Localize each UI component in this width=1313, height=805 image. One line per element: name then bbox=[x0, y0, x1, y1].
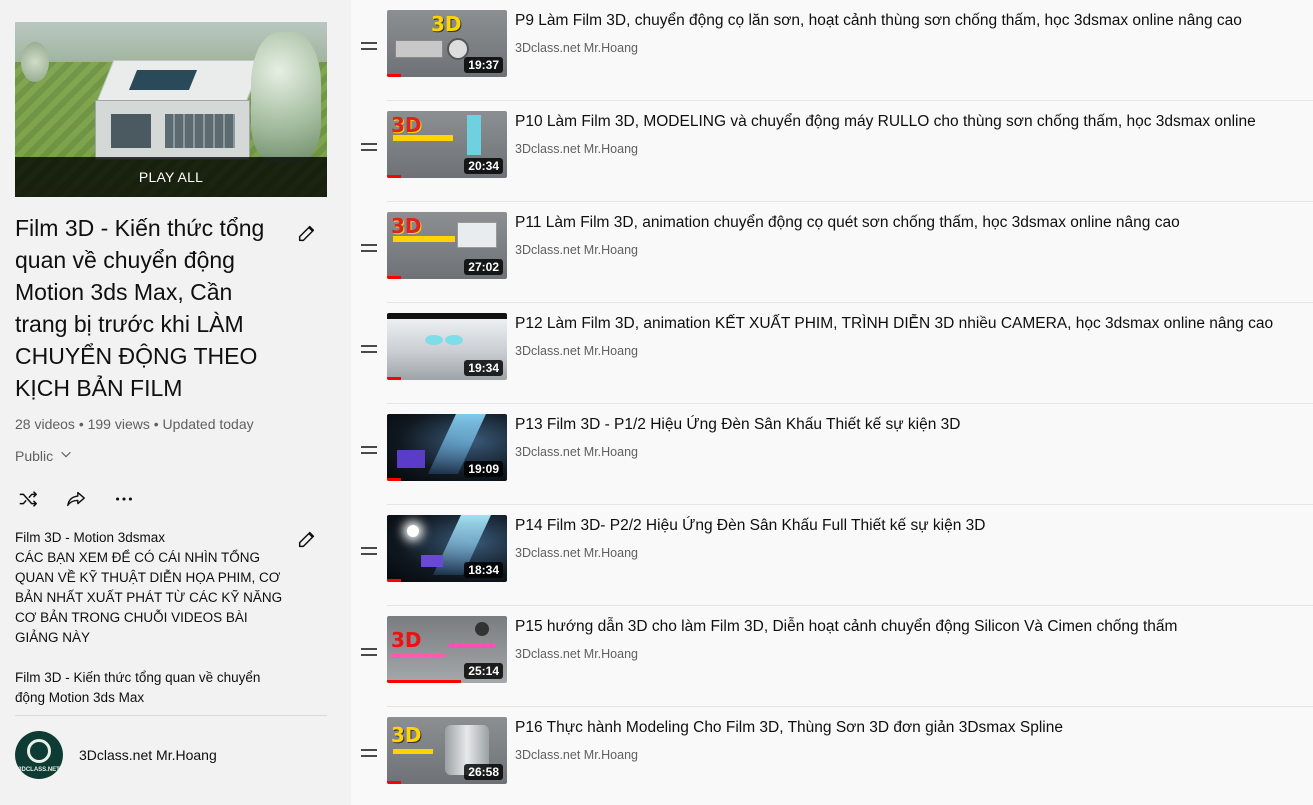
watch-progress-bar bbox=[387, 377, 402, 380]
watch-progress-bar bbox=[387, 579, 402, 582]
video-thumbnail[interactable]: 3D 27:02 bbox=[387, 212, 507, 279]
divider bbox=[15, 715, 327, 716]
avatar-text: 3DCLASS.NET bbox=[18, 767, 60, 773]
playlist-video-item[interactable]: 3D 27:02 P11 Làm Film 3D, animation chuy… bbox=[352, 202, 1313, 303]
playlist-actions bbox=[15, 487, 137, 511]
video-thumbnail[interactable]: 3D 19:37 bbox=[387, 10, 507, 77]
share-icon[interactable] bbox=[63, 487, 89, 511]
privacy-label: Public bbox=[15, 447, 54, 464]
playlist-play-all-thumbnail[interactable]: PLAY ALL bbox=[15, 22, 327, 197]
watch-progress-bar bbox=[387, 478, 402, 481]
video-duration: 20:34 bbox=[464, 158, 503, 174]
chevron-down-icon bbox=[59, 447, 73, 464]
shuffle-icon[interactable] bbox=[15, 487, 41, 511]
playlist-header-panel: PLAY ALL Film 3D - Kiến thức tổng quan v… bbox=[0, 0, 351, 805]
video-channel[interactable]: 3Dclass.net Mr.Hoang bbox=[515, 445, 638, 459]
playlist-video-item[interactable]: 19:34 P12 Làm Film 3D, animation KẾT XUẤ… bbox=[352, 303, 1313, 404]
avatar[interactable]: 3DCLASS.NET bbox=[15, 731, 63, 779]
video-title[interactable]: P14 Film 3D- P2/2 Hiệu Ứng Đèn Sân Khấu … bbox=[515, 516, 985, 536]
drag-handle-icon[interactable] bbox=[360, 438, 378, 462]
more-horizontal-icon[interactable] bbox=[111, 487, 137, 511]
playlist-title: Film 3D - Kiến thức tổng quan về chuyển … bbox=[15, 215, 265, 401]
playlist-video-item[interactable]: 3D 20:34 P10 Làm Film 3D, MODELING và ch… bbox=[352, 101, 1313, 202]
watch-progress-bar bbox=[387, 781, 402, 784]
playlist-video-item[interactable]: 3D 26:58 P16 Thực hành Modeling Cho Film… bbox=[352, 707, 1313, 805]
video-title[interactable]: P9 Làm Film 3D, chuyển động cọ lăn sơn, … bbox=[515, 11, 1242, 31]
video-thumbnail[interactable]: 19:09 bbox=[387, 414, 507, 481]
playlist-video-list: 3D 19:37 P9 Làm Film 3D, chuyển động cọ … bbox=[352, 0, 1313, 805]
playlist-video-item[interactable]: 19:09 P13 Film 3D - P1/2 Hiệu Ứng Đèn Sâ… bbox=[352, 404, 1313, 505]
video-channel[interactable]: 3Dclass.net Mr.Hoang bbox=[515, 344, 638, 358]
description-line: Film 3D - Kiến thức tổng quan về chuyển … bbox=[15, 670, 261, 705]
playlist-video-item[interactable]: 18:34 P14 Film 3D- P2/2 Hiệu Ứng Đèn Sân… bbox=[352, 505, 1313, 606]
video-channel[interactable]: 3Dclass.net Mr.Hoang bbox=[515, 243, 638, 257]
video-thumbnail[interactable]: 3D 20:34 bbox=[387, 111, 507, 178]
video-channel[interactable]: 3Dclass.net Mr.Hoang bbox=[515, 647, 638, 661]
drag-handle-icon[interactable] bbox=[360, 539, 378, 563]
video-thumbnail[interactable]: 18:34 bbox=[387, 515, 507, 582]
privacy-dropdown[interactable]: Public bbox=[15, 447, 73, 464]
video-duration: 26:58 bbox=[464, 764, 503, 780]
video-duration: 18:34 bbox=[464, 562, 503, 578]
video-title[interactable]: P13 Film 3D - P1/2 Hiệu Ứng Đèn Sân Khấu… bbox=[515, 415, 961, 435]
drag-handle-icon[interactable] bbox=[360, 640, 378, 664]
drag-handle-icon[interactable] bbox=[360, 34, 378, 58]
watch-progress-bar bbox=[387, 74, 402, 77]
video-channel[interactable]: 3Dclass.net Mr.Hoang bbox=[515, 142, 638, 156]
play-all-button[interactable]: PLAY ALL bbox=[15, 157, 327, 197]
video-title[interactable]: P10 Làm Film 3D, MODELING và chuyển động… bbox=[515, 112, 1256, 132]
edit-description-pencil-icon[interactable] bbox=[296, 528, 318, 550]
video-title[interactable]: P12 Làm Film 3D, animation KẾT XUẤT PHIM… bbox=[515, 314, 1273, 334]
drag-handle-icon[interactable] bbox=[360, 741, 378, 765]
playlist-video-item[interactable]: 3D 25:14 P15 hướng dẫn 3D cho làm Film 3… bbox=[352, 606, 1313, 707]
video-thumbnail[interactable]: 3D 26:58 bbox=[387, 717, 507, 784]
drag-handle-icon[interactable] bbox=[360, 236, 378, 260]
video-channel[interactable]: 3Dclass.net Mr.Hoang bbox=[515, 748, 638, 762]
description-line: CÁC BẠN XEM ĐỂ CÓ CÁI NHÌN TỔNG QUAN VỀ … bbox=[15, 550, 283, 645]
description-line: Film 3D - Motion 3dsmax bbox=[15, 530, 166, 545]
drag-handle-icon[interactable] bbox=[360, 337, 378, 361]
video-duration: 19:34 bbox=[464, 360, 503, 376]
video-channel[interactable]: 3Dclass.net Mr.Hoang bbox=[515, 41, 638, 55]
video-title[interactable]: P15 hướng dẫn 3D cho làm Film 3D, Diễn h… bbox=[515, 617, 1177, 637]
watch-progress-bar bbox=[387, 680, 462, 683]
playlist-video-item[interactable]: 3D 19:37 P9 Làm Film 3D, chuyển động cọ … bbox=[352, 0, 1313, 101]
video-duration: 25:14 bbox=[464, 663, 503, 679]
playlist-stats: 28 videos • 199 views • Updated today bbox=[15, 416, 254, 432]
video-channel[interactable]: 3Dclass.net Mr.Hoang bbox=[515, 546, 638, 560]
video-title[interactable]: P16 Thực hành Modeling Cho Film 3D, Thùn… bbox=[515, 718, 1063, 738]
video-duration: 27:02 bbox=[464, 259, 503, 275]
watch-progress-bar bbox=[387, 175, 402, 178]
playlist-page: PLAY ALL Film 3D - Kiến thức tổng quan v… bbox=[0, 0, 1313, 805]
watch-progress-bar bbox=[387, 276, 402, 279]
drag-handle-icon[interactable] bbox=[360, 135, 378, 159]
video-title[interactable]: P11 Làm Film 3D, animation chuyển động c… bbox=[515, 213, 1180, 233]
video-duration: 19:09 bbox=[464, 461, 503, 477]
video-thumbnail[interactable]: 3D 25:14 bbox=[387, 616, 507, 683]
video-thumbnail[interactable]: 19:34 bbox=[387, 313, 507, 380]
owner-name[interactable]: 3Dclass.net Mr.Hoang bbox=[79, 747, 217, 763]
playlist-owner[interactable]: 3DCLASS.NET 3Dclass.net Mr.Hoang bbox=[15, 731, 217, 779]
video-duration: 19:37 bbox=[464, 57, 503, 73]
playlist-description: Film 3D - Motion 3dsmax CÁC BẠN XEM ĐỂ C… bbox=[15, 528, 285, 708]
edit-title-pencil-icon[interactable] bbox=[296, 222, 318, 244]
